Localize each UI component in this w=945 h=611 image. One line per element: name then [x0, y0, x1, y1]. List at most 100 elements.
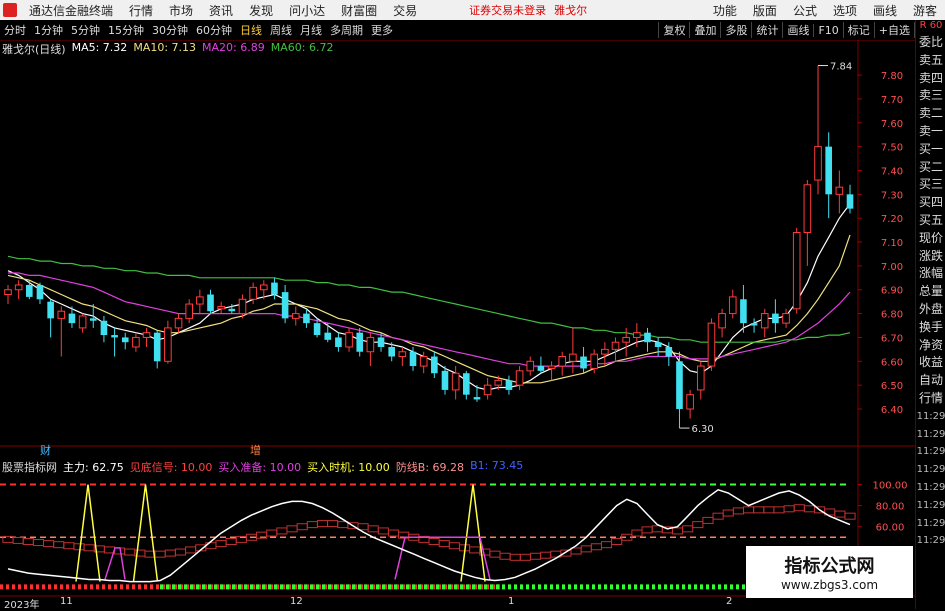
defense-step: [83, 544, 95, 552]
candle-body-down: [644, 332, 651, 343]
defense-step: [692, 521, 704, 529]
candle-body-up: [132, 336, 140, 348]
candle-body-down: [111, 335, 118, 338]
candle-body-down: [228, 308, 236, 312]
candle-body-up: [792, 231, 801, 310]
defense-step: [225, 537, 237, 545]
defense-step: [499, 552, 511, 560]
watermark-title: 指标公式网: [784, 556, 875, 577]
price-tick-label: 6.80: [881, 310, 903, 321]
candle-body-down: [324, 332, 332, 340]
candle-body-down: [153, 332, 161, 362]
panel-top: R 60: [919, 20, 943, 31]
candle-body-down: [281, 292, 289, 319]
defense-step: [124, 548, 136, 556]
candle-body-up: [398, 351, 407, 358]
defense-step: [783, 505, 795, 513]
candle-body-up: [558, 356, 567, 367]
ma10-label: MA10: 7.13: [133, 41, 197, 54]
defense-step: [590, 543, 602, 551]
defense-step: [641, 526, 653, 534]
candle-body-up: [196, 296, 204, 305]
panel-item: 11:29: [916, 535, 945, 547]
candle-body-down: [473, 397, 481, 400]
defense-step: [763, 506, 775, 514]
defense-step: [32, 539, 45, 547]
event-marker-zeng[interactable]: 增: [250, 442, 261, 458]
candle-body-down: [100, 320, 108, 336]
panel-item: 卖二: [918, 106, 943, 121]
x-label-1: 1: [508, 596, 515, 607]
defense-step: [428, 537, 440, 545]
panel-item: 收益: [918, 355, 943, 370]
defense-step: [540, 551, 552, 559]
defense-step: [327, 520, 339, 528]
defense-step: [732, 507, 744, 515]
panel-item: 卖五: [918, 52, 943, 67]
candle-body-up: [569, 353, 577, 362]
defense-step: [337, 521, 349, 529]
high-price-label: 7.84: [830, 62, 852, 73]
indicator-signal: 见底信号: 10.00: [129, 461, 213, 474]
x-label-12: 12: [290, 596, 303, 607]
candle-body-up: [451, 372, 460, 391]
ma20-label: MA20: 6.89: [202, 41, 265, 54]
price-tick-label: 7.00: [881, 262, 903, 273]
kline-chart[interactable]: 6.40 6.50 6.60 6.70 6.80 6.90 7.00 7.10 7.20 7.30…: [0, 0, 945, 609]
candle-body-up: [686, 394, 694, 410]
candle-body-up: [782, 313, 790, 324]
defense-step: [611, 537, 623, 545]
candle-body-up: [622, 336, 630, 343]
candle-body-up: [419, 356, 428, 367]
indicator-tick-label: 80.00: [876, 502, 905, 513]
defense-step: [43, 540, 55, 548]
defense-step: [682, 525, 694, 533]
x-label-2: 2: [726, 596, 733, 607]
defense-step: [387, 529, 400, 537]
price-tick-label: 6.90: [881, 286, 903, 297]
panel-item: 净资: [918, 337, 943, 352]
candle-body-down: [271, 282, 278, 295]
quote-side-panel: R 60 委比 卖五 卖四 卖三 卖二 卖一 买一 买二 买三 买四 买五 现价 涨跌 涨幅 总量 外盘 换手净…: [915, 20, 945, 609]
panel-item: 11:29: [916, 481, 945, 493]
event-marker-cai[interactable]: 财: [40, 442, 51, 458]
candle-body-down: [121, 337, 129, 343]
candle-body-down: [537, 366, 545, 371]
candle-body-down: [846, 194, 854, 209]
price-tick-label: 7.20: [881, 214, 903, 225]
candle-body-up: [590, 353, 599, 369]
signal-spike: [460, 484, 486, 582]
candle-body-up: [707, 322, 716, 367]
price-tick-label: 6.70: [881, 333, 903, 344]
defense-step: [174, 548, 187, 556]
candle-body-up: [483, 384, 492, 396]
candle-body-up: [4, 289, 12, 296]
candle-body-down: [772, 313, 779, 324]
panel-item: 卖三: [918, 88, 943, 103]
ma-line-ma5: [7, 203, 851, 391]
candle-body-up: [14, 284, 23, 291]
defense-step: [154, 550, 166, 558]
defense-step: [600, 541, 613, 549]
price-tick-label: 7.50: [881, 143, 903, 154]
defense-step: [844, 512, 856, 520]
candle-body-down: [676, 361, 683, 409]
defense-step: [215, 540, 227, 548]
indicator-name[interactable]: 股票指标网: [2, 459, 57, 474]
price-tick-label: 7.10: [881, 238, 903, 249]
panel-item: 11:29: [916, 410, 945, 422]
price-tick-label: 7.70: [881, 95, 903, 106]
panel-item: 11:29: [916, 446, 945, 458]
defense-step: [276, 527, 288, 535]
candle-body-up: [78, 315, 87, 329]
indicator-main: 主力: 62.75: [63, 461, 124, 474]
defense-step: [377, 527, 389, 535]
defense-step: [22, 537, 34, 545]
candle-body-down: [409, 351, 417, 367]
candle-body-up: [611, 341, 620, 350]
candle-body-down: [665, 346, 673, 357]
candle-body-up: [803, 184, 812, 233]
prepare-block: [394, 536, 491, 580]
defense-step: [742, 506, 755, 514]
defense-step: [753, 506, 765, 514]
